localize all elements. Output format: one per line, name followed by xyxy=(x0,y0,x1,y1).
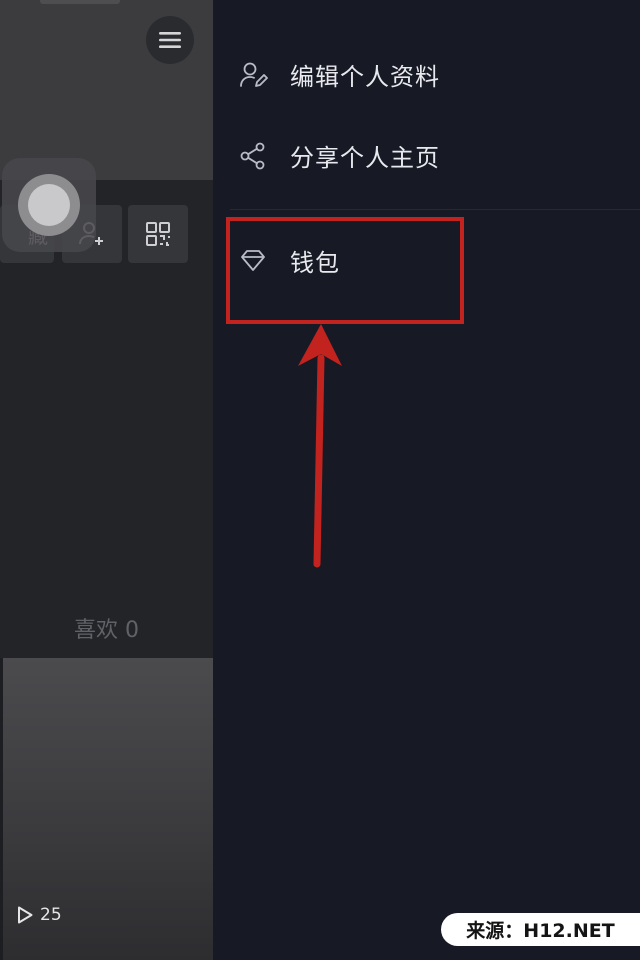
thumbnail-edge xyxy=(0,658,3,960)
drawer-item-edit-profile[interactable]: 编辑个人资料 xyxy=(238,57,440,92)
annotation-highlight-box xyxy=(226,217,464,324)
video-play-count: 25 xyxy=(16,905,62,925)
menu-button[interactable] xyxy=(146,16,194,64)
profile-header-background xyxy=(0,0,213,180)
side-drawer-menu: 编辑个人资料 分享个人主页 钱包 xyxy=(213,0,640,960)
play-icon xyxy=(18,906,33,924)
likes-count-label: 喜欢 0 xyxy=(74,618,139,643)
status-bar-fragment xyxy=(40,0,120,4)
annotation-arrow-icon xyxy=(298,324,342,568)
qr-code-icon xyxy=(146,222,170,246)
edit-profile-icon xyxy=(238,60,268,90)
qr-code-button[interactable] xyxy=(128,205,188,263)
profile-page-background: 藏 喜欢 0 25 xyxy=(0,0,213,960)
drawer-item-label: 编辑个人资料 xyxy=(290,63,440,91)
assistive-touch-ring xyxy=(18,174,80,236)
share-icon xyxy=(238,141,268,171)
assistive-touch-core xyxy=(28,184,70,226)
assistive-touch-button[interactable] xyxy=(2,158,96,252)
hamburger-menu-icon xyxy=(159,32,181,48)
menu-divider xyxy=(230,209,640,210)
play-count-value: 25 xyxy=(40,905,62,925)
source-watermark: 来源：H12.NET xyxy=(441,913,640,946)
drawer-item-label: 分享个人主页 xyxy=(290,144,440,172)
drawer-item-share-profile[interactable]: 分享个人主页 xyxy=(238,138,440,173)
